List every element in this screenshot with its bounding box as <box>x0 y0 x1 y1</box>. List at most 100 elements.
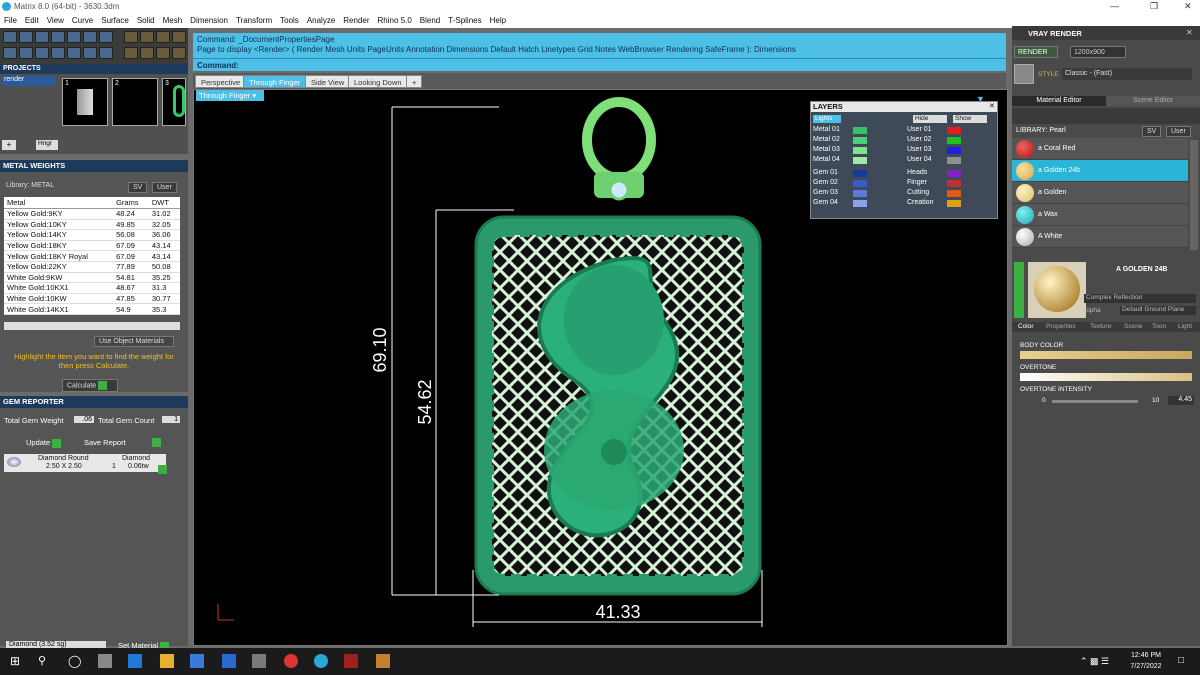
command-prompt[interactable]: Command: <box>193 58 1006 71</box>
save-report-button[interactable]: Save Report <box>84 438 126 447</box>
layer-color-swatch[interactable] <box>947 170 961 177</box>
tab-looking-down[interactable]: Looking Down <box>348 75 408 88</box>
tool-icon[interactable] <box>99 31 113 43</box>
tab-side-view[interactable]: Side View <box>305 75 351 88</box>
taskbar-app-icon[interactable] <box>252 654 266 668</box>
user-button[interactable]: User <box>1166 126 1191 137</box>
layer-metal-02[interactable]: Metal 02 <box>813 136 867 144</box>
tool-icon[interactable] <box>3 47 17 59</box>
tool-icon[interactable] <box>83 31 97 43</box>
tab-perspective[interactable]: Perspective <box>195 75 247 88</box>
tool-icon[interactable] <box>35 47 49 59</box>
material-item[interactable]: A White <box>1012 226 1188 248</box>
command-area[interactable]: Command: _DocumentPropertiesPage Page to… <box>193 33 1006 71</box>
sv-button[interactable]: SV <box>128 182 148 193</box>
tool-icon[interactable] <box>156 47 170 59</box>
maximize-button[interactable]: ❐ <box>1150 1 1158 12</box>
menu-curve[interactable]: Curve <box>68 14 97 27</box>
edge-icon[interactable] <box>128 654 142 668</box>
tab-add[interactable]: + <box>406 75 423 88</box>
layer-user-04[interactable]: User 04 <box>907 156 961 164</box>
project-item[interactable]: render <box>2 76 56 86</box>
table-row[interactable]: White Gold:9KW 54.81 35.25 <box>4 272 180 284</box>
tool-icon[interactable] <box>140 47 154 59</box>
material-item[interactable]: a Coral Red <box>1012 138 1188 160</box>
layer-metal-04[interactable]: Metal 04 <box>813 156 867 164</box>
tool-icon[interactable] <box>51 47 65 59</box>
table-row[interactable]: Yellow Gold:18KY Royal 67.09 43.14 <box>4 250 180 262</box>
notification-icon[interactable]: □ <box>1178 655 1184 666</box>
menu-surface[interactable]: Surface <box>97 14 133 27</box>
tool-icon[interactable] <box>172 31 186 43</box>
menu-help[interactable]: Help <box>486 14 510 27</box>
store-icon[interactable] <box>190 654 204 668</box>
column-header[interactable]: Grams <box>113 197 149 209</box>
tray-icons[interactable]: ⌃ ▩ ☰ <box>1080 656 1109 667</box>
tool-icon[interactable] <box>172 47 186 59</box>
layer-metal-01[interactable]: Metal 01 <box>813 126 867 134</box>
expand-arrow-icon[interactable] <box>1014 262 1024 318</box>
menu-edit[interactable]: Edit <box>21 14 43 27</box>
layer-gem-01[interactable]: Gem 01 <box>813 169 867 177</box>
menu-analyze[interactable]: Analyze <box>303 14 339 27</box>
layer-user-01[interactable]: User 01 <box>907 126 961 134</box>
search-icon[interactable]: ⚲ <box>38 654 52 668</box>
overtone-slider[interactable] <box>1020 373 1192 381</box>
layer-color-swatch[interactable] <box>853 200 867 207</box>
tab-through-finger[interactable]: Through Finger <box>243 75 307 88</box>
clock-date[interactable]: 7/27/2022 <box>1126 663 1166 670</box>
layer-color-swatch[interactable] <box>947 157 961 164</box>
layer-color-swatch[interactable] <box>947 137 961 144</box>
column-header[interactable]: Metal <box>4 197 114 209</box>
table-row[interactable]: White Gold:14KX1 54.9 35.3 <box>4 303 180 315</box>
layer-metal-03[interactable]: Metal 03 <box>813 146 867 154</box>
sv-button[interactable]: SV <box>1142 126 1162 137</box>
tool-icon[interactable] <box>124 47 138 59</box>
tab-scene-editor[interactable]: Scene Editor <box>1106 96 1200 106</box>
render-button[interactable]: RENDER <box>1014 46 1058 58</box>
material-item-selected[interactable]: a Golden 24b <box>1012 160 1188 182</box>
add-icon[interactable]: + <box>2 140 16 150</box>
resolution-field[interactable]: 1200x900 <box>1070 46 1126 58</box>
layer-gem-04[interactable]: Gem 04 <box>813 199 867 207</box>
tab-texture[interactable]: Texture <box>1090 323 1111 330</box>
file-explorer-icon[interactable] <box>160 654 174 668</box>
table-row[interactable]: White Gold:10KW 47.85 30.77 <box>4 293 180 305</box>
layer-cutting[interactable]: Cutting <box>907 189 961 197</box>
menu-render[interactable]: Render <box>339 14 373 27</box>
tab-properties[interactable]: Properties <box>1046 323 1076 330</box>
layer-finger[interactable]: Finger <box>907 179 961 187</box>
table-row[interactable]: Yellow Gold:18KY 67.09 43.14 <box>4 240 180 252</box>
style-select[interactable]: Classic - (Fast) <box>1062 68 1192 80</box>
tab-toon[interactable]: Toon <box>1152 323 1166 330</box>
layer-color-swatch[interactable] <box>853 147 867 154</box>
arrow-icon[interactable] <box>158 465 167 474</box>
show-button[interactable]: Show <box>953 115 987 123</box>
menu-blend[interactable]: Blend <box>416 14 444 27</box>
tool-icon[interactable] <box>67 31 81 43</box>
layer-color-swatch[interactable] <box>947 127 961 134</box>
close-icon[interactable]: ✕ <box>989 102 995 110</box>
layer-creation[interactable]: Creation <box>907 199 961 207</box>
layer-color-swatch[interactable] <box>947 200 961 207</box>
hide-button[interactable]: Hide <box>913 115 947 123</box>
task-view-icon[interactable]: ◯ <box>68 654 82 668</box>
menu-rhino[interactable]: Rhino 5.0 <box>374 14 416 27</box>
tab-material-editor[interactable]: Material Editor <box>1012 96 1106 106</box>
layer-gem-02[interactable]: Gem 02 <box>813 179 867 187</box>
use-object-materials-select[interactable]: Use Object Materials <box>94 336 174 347</box>
body-color-slider[interactable] <box>1020 351 1192 359</box>
tool-icon[interactable] <box>35 31 49 43</box>
layer-color-swatch[interactable] <box>853 190 867 197</box>
table-row[interactable]: Yellow Gold:14KY 56.08 36.06 <box>4 229 180 241</box>
minimize-button[interactable]: — <box>1110 1 1119 11</box>
update-button[interactable]: Update <box>26 438 62 448</box>
tool-icon[interactable] <box>156 31 170 43</box>
layer-color-swatch[interactable] <box>947 190 961 197</box>
menu-tsplines[interactable]: T-Splines <box>444 14 485 27</box>
ground-plane-select[interactable]: Default Ground Plane <box>1120 306 1196 315</box>
tool-icon[interactable] <box>19 31 33 43</box>
menu-file[interactable]: File <box>0 14 21 27</box>
calculate-button[interactable]: Calculate <box>62 379 118 392</box>
material-item[interactable]: a Wax <box>1012 204 1188 226</box>
